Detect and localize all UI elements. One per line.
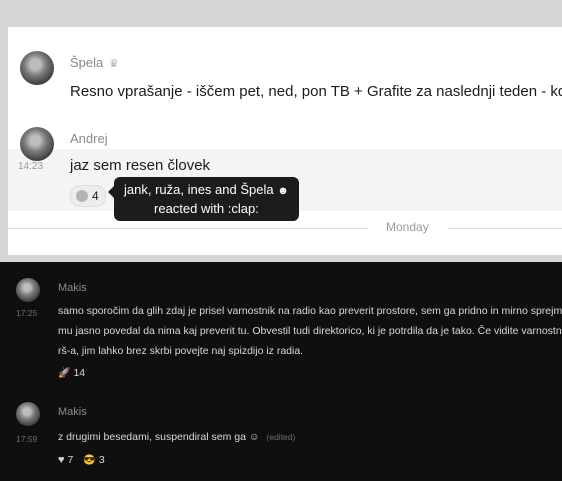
author-name[interactable]: Makis: [58, 406, 87, 418]
divider-line: [8, 228, 368, 229]
reaction-rocket[interactable]: 🚀 14: [58, 367, 85, 379]
message-timestamp[interactable]: 17:59: [16, 434, 37, 444]
message-line: mu jasno povedal da nima kaj preverit tu…: [58, 325, 562, 337]
reaction-count: 4: [92, 189, 99, 203]
author-name[interactable]: Makis: [58, 282, 87, 294]
message-line: samo sporočim da glih zdaj je prisel var…: [58, 305, 562, 317]
sunglasses-icon: 😎: [83, 454, 96, 466]
reactions-bar: ♥ 7 😎 3: [58, 454, 105, 466]
tooltip-line-2: reacted with :clap:: [154, 201, 259, 216]
author-name[interactable]: Špela ♛: [70, 55, 119, 70]
message-text: z drugimi besedami, suspendiral sem ga ☺…: [58, 428, 295, 447]
avatar-makis[interactable]: [16, 278, 40, 302]
reaction-sunglasses[interactable]: 😎 3: [83, 454, 104, 466]
author-name-text[interactable]: Špela: [70, 55, 103, 70]
status-emoji-icon: ☻: [277, 185, 289, 197]
rocket-icon: 🚀: [58, 367, 71, 379]
avatar-makis[interactable]: [16, 402, 40, 426]
day-divider: Monday: [8, 218, 562, 238]
status-emoji-icon: ♛: [108, 58, 119, 70]
heart-icon: ♥: [58, 454, 65, 466]
light-chat-panel: Špela ♛ Resno vprašanje - iščem pet, ned…: [8, 27, 562, 255]
reaction-heart[interactable]: ♥ 7: [58, 454, 73, 466]
author-name[interactable]: Andrej: [70, 131, 108, 146]
emoji-icon: ☺: [248, 431, 260, 443]
message-andrej: Andrej 14:23 jaz sem resen človek 4 jank…: [8, 119, 562, 221]
clap-icon: [76, 190, 88, 202]
avatar-andrej[interactable]: [20, 127, 54, 161]
reaction-tooltip: jank, ruža, ines and Špela ☻ reacted wit…: [108, 177, 299, 221]
reaction-count: 7: [67, 454, 74, 466]
dark-chat-panel: Makis 17:25 samo sporočim da glih zdaj j…: [0, 262, 562, 481]
message-text: jaz sem resen človek: [70, 157, 211, 174]
message-timestamp[interactable]: 14:23: [18, 161, 43, 172]
message-line: rš-a, jim lahko brez skrbi povejte naj s…: [58, 345, 304, 357]
divider-line: [448, 228, 562, 229]
reaction-count: 3: [98, 454, 105, 466]
edited-label: (edited): [266, 432, 296, 442]
tooltip-users: jank, ruža, ines and Špela: [124, 182, 274, 197]
reaction-clap[interactable]: 4: [70, 185, 106, 207]
avatar-spela[interactable]: [20, 51, 54, 85]
message-spela: Špela ♛ Resno vprašanje - iščem pet, ned…: [8, 27, 562, 119]
reactions-bar: 🚀 14: [58, 367, 85, 379]
message-text-content: z drugimi besedami, suspendiral sem ga: [58, 431, 246, 443]
tooltip-line-1: jank, ruža, ines and Špela ☻: [124, 181, 289, 200]
reaction-count: 14: [73, 367, 86, 379]
message-timestamp[interactable]: 17:25: [16, 308, 37, 318]
day-label: Monday: [386, 220, 429, 234]
message-text: Resno vprašanje - iščem pet, ned, pon TB…: [70, 83, 562, 100]
